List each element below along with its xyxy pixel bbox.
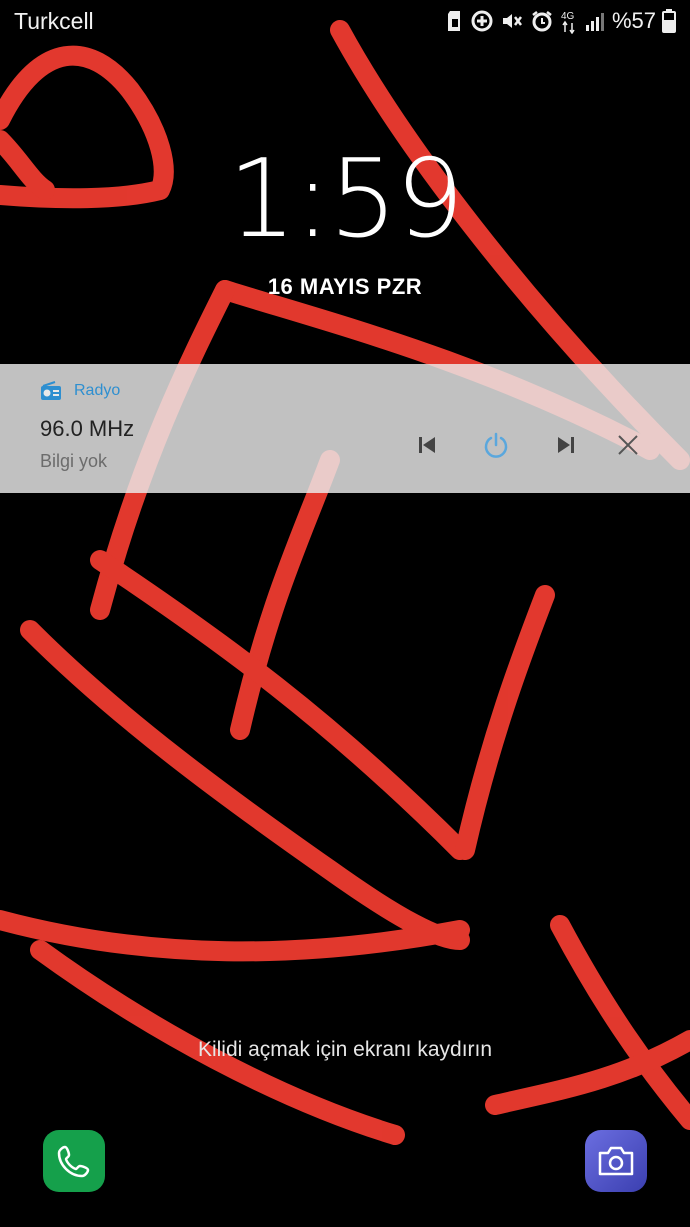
notification-app-name: Radyo [74, 382, 121, 399]
data-saver-icon [471, 10, 493, 32]
lock-screen: Turkcell 4G %57 1:59 16 MAYIS PZR Radyo … [0, 0, 690, 1227]
close-icon [618, 435, 638, 455]
close-notification-button[interactable] [613, 430, 643, 460]
network-type-icon: 4G [561, 11, 575, 34]
skip-previous-button[interactable] [412, 430, 442, 460]
svg-text:4G: 4G [561, 11, 575, 22]
unlock-hint: Kilidi açmak için ekranı kaydırın [197, 1038, 493, 1061]
notification-title: 96.0 MHz [40, 416, 135, 441]
radio-icon [41, 381, 61, 400]
phone-shortcut[interactable] [43, 1130, 105, 1192]
clock: 1:59 [227, 137, 465, 262]
alarm-icon [532, 11, 552, 32]
camera-icon [598, 1146, 634, 1176]
notification-subtitle: Bilgi yok [40, 451, 108, 471]
mute-icon [502, 14, 522, 28]
battery-icon [662, 9, 676, 33]
phone-icon [57, 1145, 90, 1178]
signal-icon [585, 13, 604, 31]
carrier-name: Turkcell [14, 8, 94, 34]
date: 16 MAYIS PZR [267, 274, 423, 299]
skip-next-icon [558, 437, 574, 453]
power-icon [484, 432, 508, 458]
status-icons: 4G %57 [446, 6, 676, 36]
camera-shortcut[interactable] [585, 1130, 647, 1192]
skip-previous-icon [419, 437, 435, 453]
status-bar: Turkcell 4G %57 [0, 0, 690, 44]
power-button[interactable] [481, 430, 511, 460]
skip-next-button[interactable] [551, 430, 581, 460]
notification-header: Radyo [40, 381, 120, 401]
sd-card-icon [447, 11, 460, 31]
battery-percentage: %57 [611, 8, 656, 33]
